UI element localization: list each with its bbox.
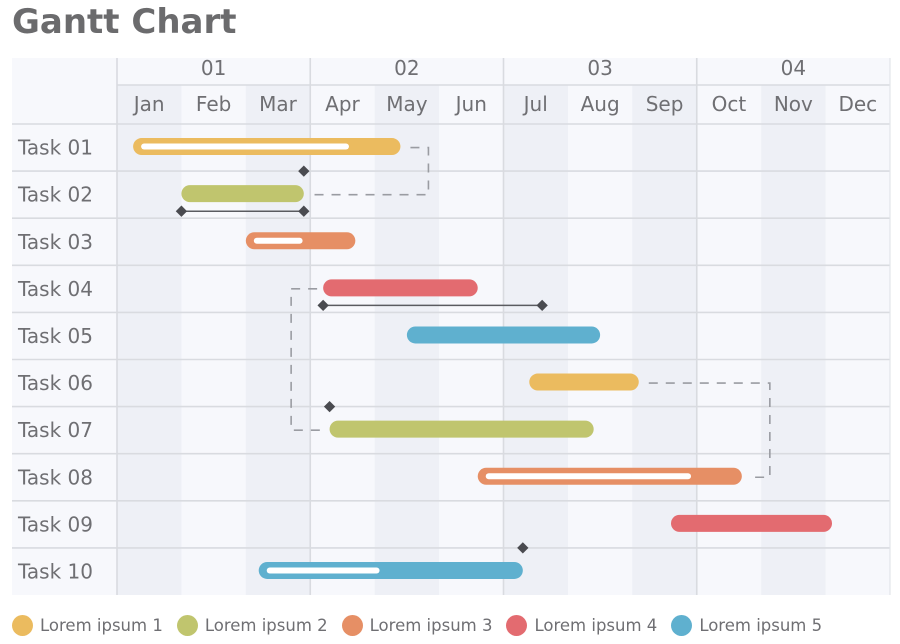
task-bar [181, 185, 304, 203]
task-label: Task 10 [17, 559, 93, 583]
task-bar [670, 514, 833, 532]
task-bar [529, 373, 639, 391]
month-label: Jan [132, 92, 165, 116]
month-label: Jul [522, 92, 548, 116]
legend-swatch [506, 614, 528, 636]
quarter-label: 01 [201, 56, 226, 80]
month-label: Oct [712, 92, 747, 116]
legend-swatch [176, 614, 198, 636]
task-progress-bar [141, 143, 349, 150]
legend-swatch [12, 614, 33, 636]
quarter-label: 03 [587, 56, 612, 80]
month-label: Feb [196, 92, 231, 116]
month-column-shade [117, 85, 182, 595]
month-label: Sep [646, 92, 684, 116]
legend: Lorem ipsum 1 Lorem ipsum 2 Lorem ipsum 3 L… [12, 612, 836, 638]
legend-item: Lorem ipsum 5 [671, 614, 823, 636]
task-progress-bar [266, 567, 380, 574]
legend-swatch [341, 614, 363, 636]
month-label: Aug [581, 92, 620, 116]
task-label: Task 04 [17, 277, 93, 301]
task-label: Task 03 [17, 230, 93, 254]
month-label: Apr [325, 92, 360, 116]
month-label: May [386, 92, 428, 116]
month-label: Jun [454, 92, 487, 116]
task-label: Task 01 [17, 136, 93, 160]
task-label: Task 05 [17, 324, 93, 348]
legend-label: Lorem ipsum 2 [204, 615, 328, 635]
legend-swatch [671, 614, 693, 636]
task-bar [329, 420, 594, 438]
task-progress-bar [485, 473, 692, 480]
legend-item: Lorem ipsum 4 [506, 614, 658, 636]
quarter-label: 02 [394, 56, 419, 80]
legend-label: Lorem ipsum 3 [369, 615, 493, 635]
task-label: Task 07 [17, 418, 93, 442]
task-progress-bar [253, 237, 303, 244]
gantt-chart: 01 02 03 04 Jan Feb Mar Apr May Jun Jul Aug Sep Oct No… [12, 56, 891, 595]
task-label: Task 08 [17, 465, 93, 489]
task-bar [406, 326, 601, 344]
legend-label: Lorem ipsum 5 [699, 615, 823, 635]
task-label: Task 09 [17, 512, 93, 536]
legend-item: Lorem ipsum 3 [341, 614, 493, 636]
task-bar [323, 279, 478, 297]
legend-label: Lorem ipsum 4 [534, 615, 658, 635]
task-label: Task 02 [17, 183, 93, 207]
month-label: Nov [774, 92, 813, 116]
legend-item: Lorem ipsum 2 [176, 614, 328, 636]
task-label: Task 06 [17, 371, 93, 395]
month-label: Mar [259, 92, 298, 116]
month-label: Dec [838, 92, 877, 116]
legend-label: Lorem ipsum 1 [40, 615, 163, 635]
month-column-shade [245, 85, 311, 595]
quarter-label: 04 [781, 56, 806, 80]
legend-item: Lorem ipsum 1 [12, 614, 163, 636]
